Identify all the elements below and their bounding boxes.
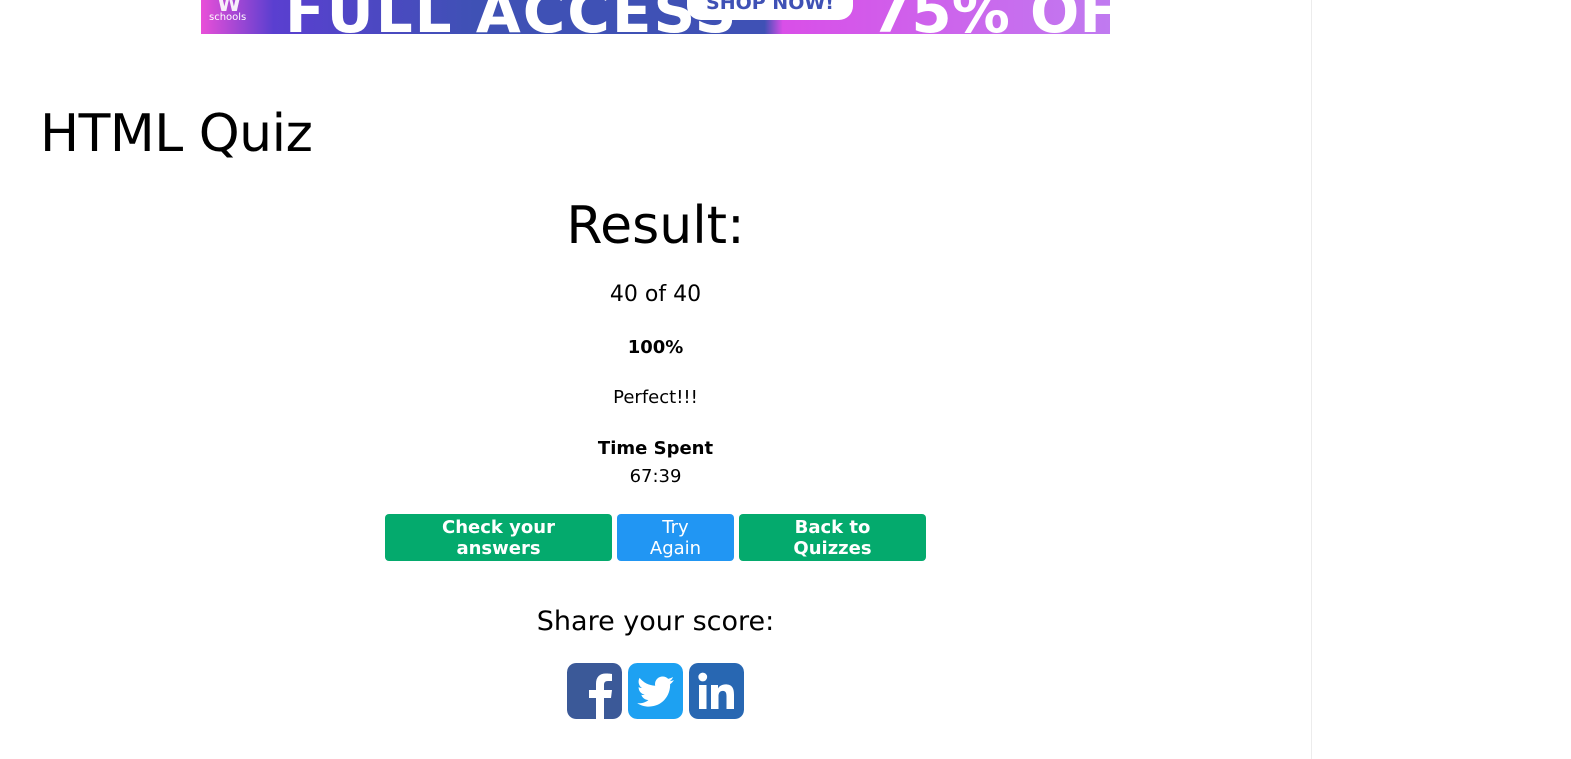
time-spent-value: 67:39 <box>629 466 682 487</box>
banner-offer: 75% OFF <box>871 0 1110 34</box>
right-sidebar <box>1311 0 1571 759</box>
shop-now-button[interactable]: SHOP NOW! <box>687 0 853 20</box>
back-to-quizzes-button[interactable]: Back to Quizzes <box>739 514 926 561</box>
banner-ad[interactable]: W schools FULL ACCESS SHOP NOW! 75% OFF <box>201 0 1110 34</box>
try-again-button[interactable]: Try Again <box>617 514 734 561</box>
page: W schools FULL ACCESS SHOP NOW! 75% OFF … <box>0 0 1571 759</box>
share-buttons <box>567 663 744 719</box>
time-spent-label: Time Spent <box>597 438 714 459</box>
logo-text: schools <box>209 12 247 23</box>
result-heading: Result: <box>566 196 745 256</box>
check-answers-button[interactable]: Check your answers <box>385 514 612 561</box>
page-title: HTML Quiz <box>40 104 313 164</box>
share-label: Share your score: <box>536 606 775 637</box>
linkedin-icon[interactable] <box>689 663 744 719</box>
twitter-icon[interactable] <box>628 663 683 719</box>
facebook-icon[interactable] <box>567 663 622 719</box>
result-actions: Check your answers Try Again Back to Qui… <box>385 514 926 561</box>
w3schools-logo: W schools <box>209 0 247 23</box>
score-verdict: Perfect!!! <box>613 387 698 408</box>
score-percent: 100% <box>627 337 684 358</box>
banner-headline: FULL ACCESS <box>285 0 739 34</box>
score-text: 40 of 40 <box>609 282 702 307</box>
